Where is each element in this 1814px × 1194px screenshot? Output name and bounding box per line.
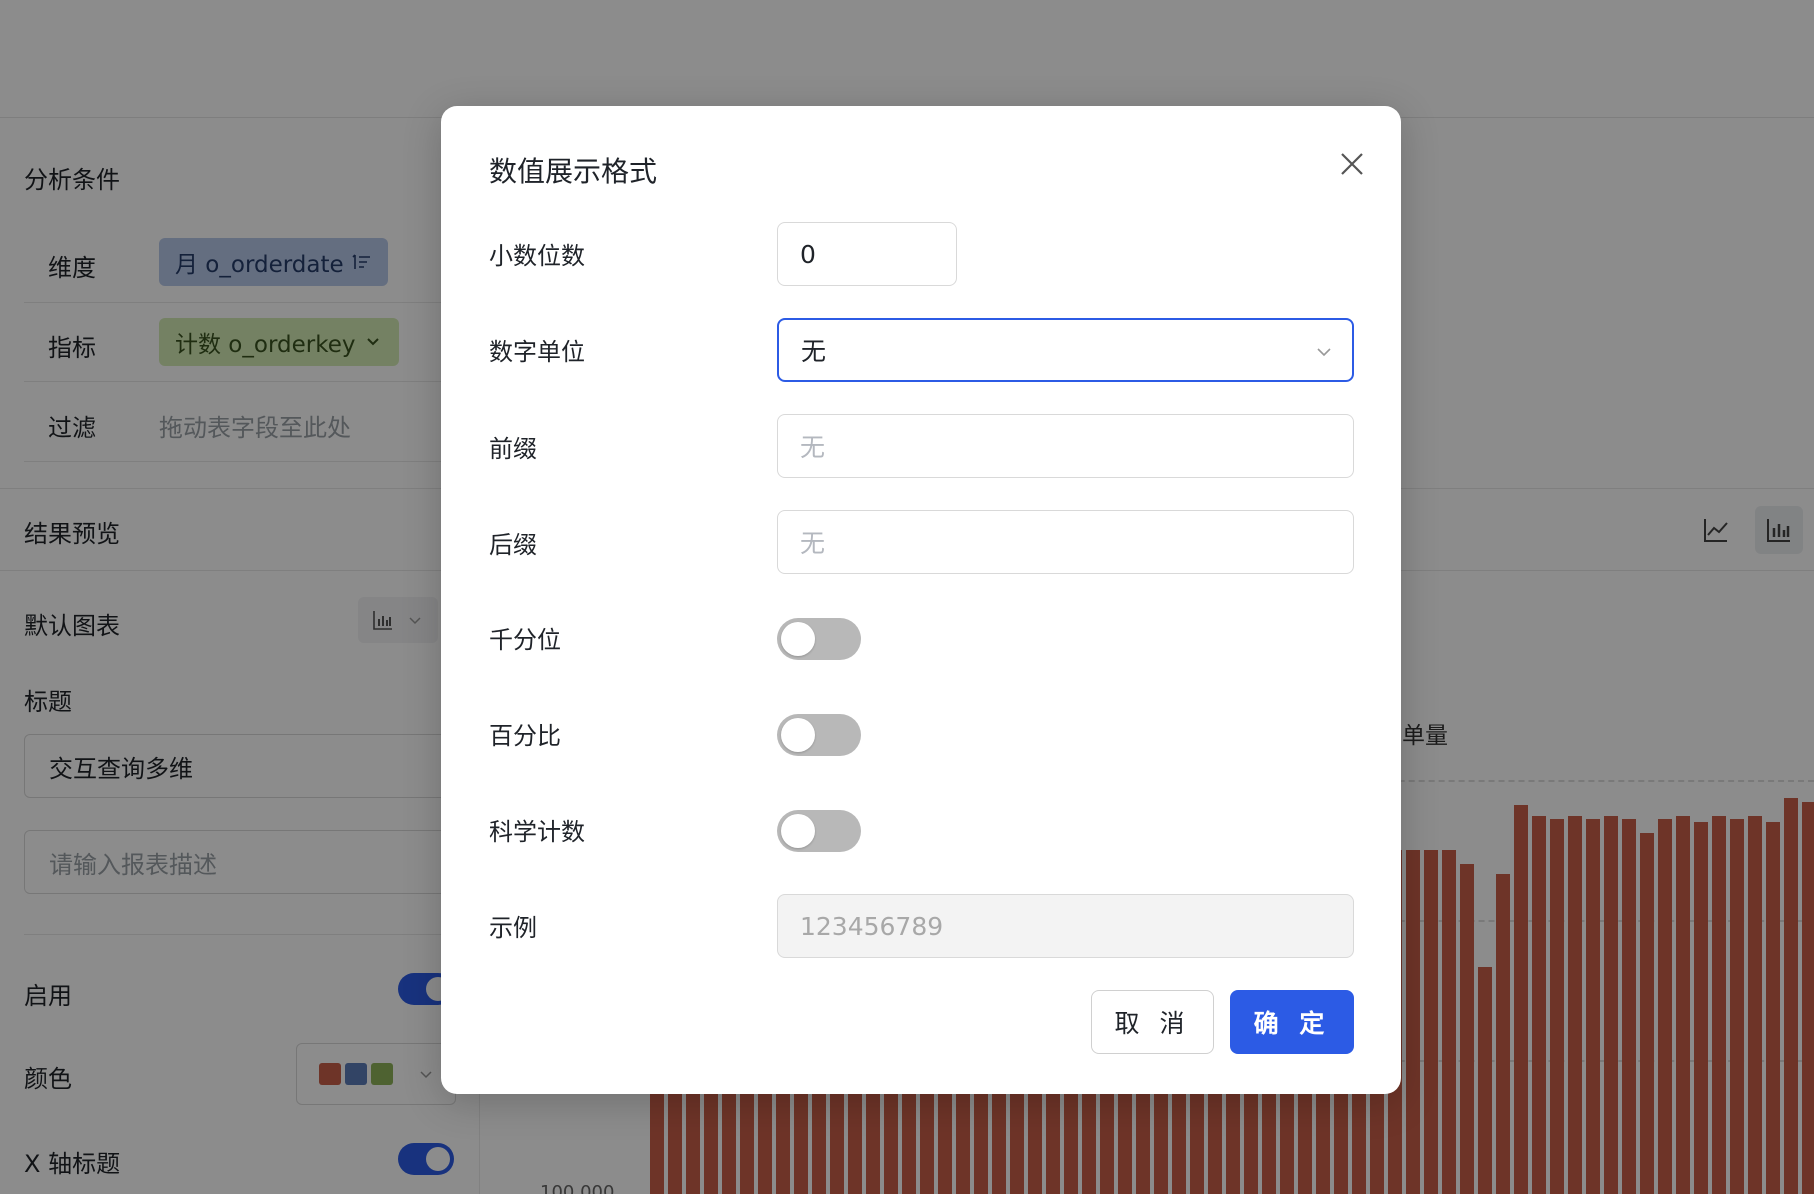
prefix-input[interactable]: 无 xyxy=(777,414,1354,478)
unit-label: 数字单位 xyxy=(489,338,585,366)
cancel-button[interactable]: 取 消 xyxy=(1091,990,1214,1054)
prefix-placeholder: 无 xyxy=(800,433,826,462)
suffix-input[interactable]: 无 xyxy=(777,510,1354,574)
prefix-label: 前缀 xyxy=(489,435,537,463)
decimal-value: 0 xyxy=(800,239,816,269)
dialog-title: 数值展示格式 xyxy=(489,155,658,188)
close-icon xyxy=(1341,153,1363,175)
thousands-switch[interactable] xyxy=(777,618,861,660)
thousands-label: 千分位 xyxy=(489,626,561,654)
decimal-label: 小数位数 xyxy=(489,242,585,270)
confirm-button[interactable]: 确 定 xyxy=(1230,990,1354,1054)
suffix-label: 后缀 xyxy=(489,531,537,559)
scientific-label: 科学计数 xyxy=(489,818,585,846)
example-field: 123456789 xyxy=(777,894,1354,958)
suffix-placeholder: 无 xyxy=(800,529,826,558)
percent-switch[interactable] xyxy=(777,714,861,756)
chevron-down-icon xyxy=(1317,348,1331,357)
scientific-switch[interactable] xyxy=(777,810,861,852)
number-format-dialog: 数值展示格式 小数位数 0 数字单位 无 前缀 无 后缀 无 千分位 百分比 科… xyxy=(441,106,1401,1094)
unit-select[interactable]: 无 xyxy=(777,318,1354,382)
close-button[interactable] xyxy=(1332,144,1372,184)
example-value: 123456789 xyxy=(800,911,944,941)
percent-label: 百分比 xyxy=(489,722,561,750)
example-label: 示例 xyxy=(489,914,537,942)
decimal-input[interactable]: 0 xyxy=(777,222,957,286)
unit-value: 无 xyxy=(801,337,827,366)
